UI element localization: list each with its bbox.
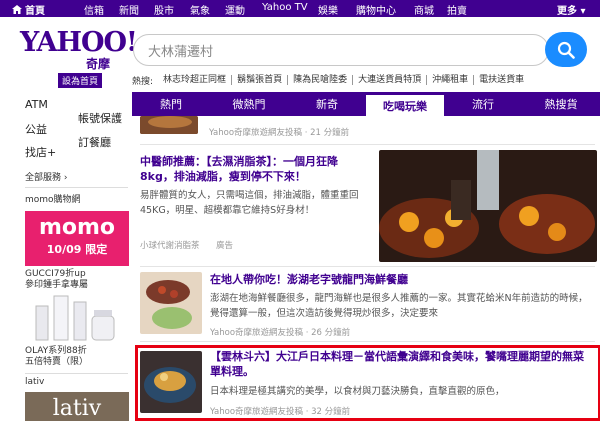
ad-label: 廣告: [216, 241, 234, 251]
top-nav-bar: 首頁 信箱 新聞 股市 氣象 運動 Yahoo TV 娛樂 購物中心 商城 拍賣…: [0, 0, 600, 17]
nav-auction[interactable]: 拍賣: [447, 2, 467, 17]
tab-hot[interactable]: 熱門: [132, 92, 210, 116]
nav-mail[interactable]: 信箱: [84, 2, 104, 17]
lativ-banner[interactable]: lativ: [25, 392, 129, 421]
yahoo-logo[interactable]: YAHOO! 奇摩 設為首頁: [20, 27, 138, 88]
trending-item[interactable]: 鬍鬚張首頁: [232, 75, 289, 85]
home-icon: [12, 5, 22, 14]
sidebar: ATM 帳號保護 公益 訂餐廳 找店+ 全部服務 › momo購物網 momo …: [0, 92, 132, 421]
tab-warm[interactable]: 微熱門: [210, 92, 288, 116]
sidebar-item-account[interactable]: 帳號保護: [78, 110, 122, 126]
nav-yahoo-tv[interactable]: Yahoo TV: [262, 2, 308, 13]
ad-line: 五倍特賣（限）: [25, 357, 89, 367]
category-tabs: 熱門 微熱門 新奇 吃喝玩樂 流行 熱搜貨: [132, 92, 600, 116]
logo-text: YAHOO!: [20, 27, 138, 58]
all-services-link[interactable]: 全部服務 ›: [25, 170, 68, 183]
nav-shopping[interactable]: 購物中心: [356, 2, 396, 17]
header: YAHOO! 奇摩 設為首頁 熱搜: 林志玲超正同框 鬍鬚張首頁 陳為民嗆陸委 …: [0, 17, 600, 92]
article-sponsor: 小球代謝消脂茶: [140, 241, 200, 251]
nav-mall[interactable]: 商城: [414, 2, 434, 17]
trending-label: 熱搜:: [132, 76, 154, 87]
nav-more[interactable]: 更多 ▾: [557, 2, 586, 17]
sidebar-item-atm[interactable]: ATM: [25, 98, 48, 111]
divider: [140, 341, 595, 342]
nav-more-label: 更多: [557, 6, 577, 17]
trending-item[interactable]: 大連送貨員特頂: [353, 75, 428, 85]
divider: [25, 187, 128, 188]
article-thumbnail[interactable]: [140, 272, 202, 334]
tab-hot-goods[interactable]: 熱搜貨: [522, 92, 600, 116]
search-input[interactable]: [134, 35, 514, 65]
divider: [25, 373, 128, 374]
momo-banner[interactable]: momo 10/09 限定: [25, 211, 129, 266]
divider: [140, 266, 595, 267]
sidebar-item-stores[interactable]: 找店+: [25, 144, 56, 160]
set-home-button[interactable]: 設為首頁: [58, 73, 103, 88]
momo-logo: momo: [38, 215, 116, 240]
trending-item[interactable]: 電扶送貨車: [474, 75, 529, 85]
ad-line: 參印鍾手拿專屬: [25, 280, 89, 290]
article-meta: Yahoo奇摩旅遊網友投稿 · 21 分鐘前: [209, 128, 350, 138]
nav-stock[interactable]: 股市: [154, 2, 174, 17]
logo-cn: 奇摩: [86, 57, 111, 71]
chevron-right-icon: ›: [63, 173, 68, 183]
sidebar-item-charity[interactable]: 公益: [25, 121, 47, 137]
ad-line: GUCCI79折up: [25, 269, 86, 279]
nav-ent[interactable]: 娛樂: [318, 2, 338, 17]
search-box: [133, 34, 549, 66]
ad-link[interactable]: OLAY系列88折 五倍特賣（限）: [25, 346, 88, 368]
all-services-label: 全部服務: [25, 173, 62, 183]
ad-line: OLAY系列88折: [25, 346, 87, 356]
trending-item[interactable]: 沖繩租車: [427, 75, 475, 85]
lativ-section-title: lativ: [25, 377, 45, 387]
trending-item[interactable]: 陳為民嗆陸委: [288, 75, 354, 85]
article-snippet: 易胖體質的女人，只需喝這個，排油減脂，體重重回45KG，明星、超模都靠它維持S好…: [140, 190, 359, 216]
nav-weather[interactable]: 氣象: [190, 2, 210, 17]
article-thumbnail[interactable]: [140, 116, 198, 134]
nav-sports[interactable]: 運動: [225, 2, 245, 17]
divider: [140, 144, 595, 145]
momo-date: 10/09 限定: [46, 243, 108, 256]
trending-item[interactable]: 林志玲超正同框: [158, 75, 233, 85]
highlight-box: [135, 345, 600, 421]
search-icon: [557, 41, 575, 59]
tea-image: [379, 150, 597, 262]
sidebar-item-dining[interactable]: 訂餐廳: [78, 134, 111, 150]
article-image[interactable]: [379, 150, 597, 262]
article-title[interactable]: 在地人帶你吃！澎湖老字號龍門海鮮餐廳: [210, 272, 590, 287]
seafood-dish-image: [140, 272, 202, 334]
ad-link[interactable]: GUCCI79折up 參印鍾手拿專屬: [25, 269, 88, 291]
article-title[interactable]: 中醫師推薦：【去濕消脂茶】：一個月狂降8kg，排油減脂，瘦到停不下來！: [140, 154, 366, 184]
chevron-down-icon: ▾: [580, 6, 586, 17]
home-label: 首頁: [25, 6, 45, 17]
home-link[interactable]: 首頁: [12, 2, 45, 17]
trending-bar: 熱搜: 林志玲超正同框 鬍鬚張首頁 陳為民嗆陸委 大連送貨員特頂 沖繩租車 電扶…: [132, 73, 529, 87]
article-meta: Yahoo奇摩旅遊網友投稿 · 26 分鐘前: [210, 328, 351, 338]
tab-food-fun[interactable]: 吃喝玩樂: [366, 92, 444, 116]
article-snippet: 澎湖在地海鮮餐廳很多，龍門海鮮也是很多人推薦的一家。其實花蛤米N年前造訪的時候，…: [210, 293, 588, 319]
product-image[interactable]: [30, 292, 125, 342]
nav-news[interactable]: 新聞: [119, 2, 139, 17]
momo-section-title: momo購物網: [25, 195, 81, 205]
tab-novel[interactable]: 新奇: [288, 92, 366, 116]
search-button[interactable]: [545, 32, 587, 67]
skincare-bottles-image: [35, 295, 115, 341]
tab-fashion[interactable]: 流行: [444, 92, 522, 116]
